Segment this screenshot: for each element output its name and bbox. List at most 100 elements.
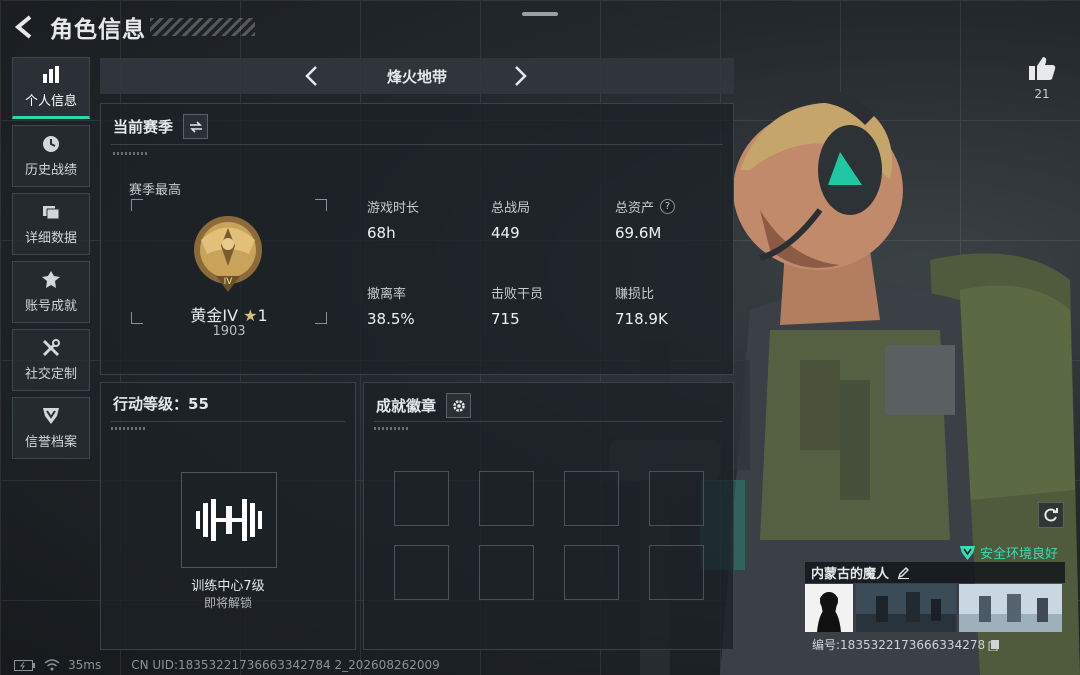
rank-name-row: 黄金IV ★1	[129, 302, 329, 326]
unlock-status: 即将解锁	[203, 596, 252, 610]
stat-operators-defeated: 击败干员 715	[491, 283, 601, 328]
chevron-left-icon[interactable]	[300, 64, 324, 88]
badges-panel: 成就徽章	[363, 382, 734, 650]
decor-dots	[374, 427, 410, 430]
sidebar-item-detailed-data[interactable]: 详细数据	[12, 193, 90, 255]
level-title: 行动等级：55	[113, 395, 209, 413]
stat-value: 715	[491, 310, 520, 328]
stat-total-matches: 总战局 449	[491, 197, 601, 242]
drag-handle[interactable]	[522, 12, 558, 16]
refresh-button[interactable]	[1038, 502, 1064, 528]
player-card: 内蒙古的魔人	[805, 562, 1065, 632]
sidebar-item-social-custom[interactable]: 社交定制	[12, 329, 90, 391]
help-icon[interactable]: ?	[660, 199, 676, 214]
badge-slot[interactable]	[649, 471, 704, 526]
badge-slot[interactable]	[394, 471, 449, 526]
stat-label: 击败干员	[491, 287, 544, 302]
tools-icon	[42, 339, 60, 357]
sidebar-item-label: 详细数据	[24, 231, 77, 246]
wifi-icon	[44, 659, 60, 671]
battery-icon	[14, 659, 35, 671]
copy-icon[interactable]	[988, 639, 1000, 651]
mode-label: 烽火地带	[386, 67, 447, 86]
season-panel: 当前赛季 赛季最高 IV 黄金IV ★1 1903 游戏时长 68h 总战局 4…	[100, 103, 734, 375]
stat-profit-ratio: 赚损比 718.9K	[615, 283, 725, 328]
edit-pencil-icon[interactable]	[897, 566, 910, 579]
clock-icon	[43, 136, 59, 152]
unlock-name: 训练中心7级	[191, 579, 265, 594]
rank-name: 黄金IV	[190, 306, 239, 325]
like-count: 21	[1034, 87, 1050, 101]
stat-play-time: 游戏时长 68h	[367, 197, 477, 242]
sidebar-item-label: 信誉档案	[24, 435, 77, 450]
stat-total-assets: 总资产 ? 69.6M	[615, 197, 725, 242]
player-name: 内蒙古的魔人	[811, 567, 890, 582]
bar-chart-icon	[43, 66, 59, 83]
medal-icon	[42, 271, 60, 288]
player-name-row: 内蒙古的魔人	[805, 562, 1065, 583]
divider	[111, 144, 723, 145]
stat-label: 赚损比	[615, 287, 655, 302]
gold-rank-badge-icon: IV	[194, 216, 262, 292]
stat-label: 总战局	[491, 201, 531, 216]
decor-dots	[111, 427, 147, 430]
divider	[374, 421, 723, 422]
uid-text: CN UID:18353221736663342784 2_2026082620…	[131, 658, 440, 672]
stat-value: 69.6M	[615, 224, 662, 242]
level-panel: 行动等级：55 训练中心7级 即将解锁	[100, 382, 356, 650]
thumbs-up-icon	[1029, 57, 1056, 80]
shield-icon	[43, 408, 59, 424]
dumbbell-icon	[196, 499, 262, 541]
status-footer: 35ms CN UID:18353221736663342784 2_20260…	[14, 658, 440, 672]
season-header: 当前赛季	[113, 114, 209, 139]
sidebar: 个人信息 历史战绩 详细数据 账号成就 社交定制 信誉档案	[12, 57, 90, 465]
stat-value: 68h	[367, 224, 396, 242]
badge-slot[interactable]	[564, 471, 619, 526]
stat-extract-rate: 撤离率 38.5%	[367, 283, 477, 328]
refresh-icon	[1044, 508, 1058, 522]
sidebar-item-label: 个人信息	[24, 94, 77, 109]
badges-header: 成就徽章	[376, 393, 472, 418]
star-icon: ★	[243, 306, 258, 325]
sidebar-item-label: 历史战绩	[24, 163, 77, 178]
season-best-label: 赛季最高	[129, 183, 182, 198]
rank-badge-text: IV	[224, 277, 234, 287]
stat-label: 总资产	[615, 201, 655, 216]
chevron-right-icon[interactable]	[508, 64, 532, 88]
training-center-tile[interactable]	[181, 472, 277, 568]
player-id-row: 编号:1835322173666334278	[812, 636, 1000, 653]
card-background-image[interactable]	[856, 584, 956, 632]
gear-icon	[452, 399, 465, 412]
badge-slot[interactable]	[479, 545, 534, 600]
badge-slot[interactable]	[649, 545, 704, 600]
sidebar-item-personal-info[interactable]: 个人信息	[12, 57, 90, 119]
switch-season-button[interactable]	[183, 114, 209, 139]
title-decoration	[150, 18, 255, 36]
player-id: 编号:1835322173666334278	[812, 638, 986, 652]
sidebar-item-label: 账号成就	[24, 299, 77, 314]
card-background-image[interactable]	[959, 584, 1062, 632]
badge-slot[interactable]	[564, 545, 619, 600]
sidebar-item-credit[interactable]: 信誉档案	[12, 397, 90, 459]
ping-value: 35ms	[68, 658, 102, 672]
back-arrow-icon[interactable]	[12, 14, 38, 40]
season-title: 当前赛季	[113, 118, 174, 136]
badge-slot[interactable]	[479, 471, 534, 526]
avatar[interactable]	[805, 584, 853, 632]
stat-value: 718.9K	[615, 310, 668, 328]
sidebar-item-history[interactable]: 历史战绩	[12, 125, 90, 187]
player-thumbnails	[805, 584, 1065, 632]
badge-slot[interactable]	[394, 545, 449, 600]
rank-score: 1903	[212, 324, 246, 339]
badge-settings-button[interactable]	[446, 393, 472, 418]
stat-value: 449	[491, 224, 520, 242]
decor-dots	[113, 152, 149, 155]
badges-title: 成就徽章	[376, 397, 437, 415]
divider	[111, 421, 345, 422]
sidebar-item-label: 社交定制	[24, 367, 77, 382]
stat-value: 38.5%	[367, 310, 415, 328]
safety-status: 安全环境良好	[960, 543, 1058, 562]
like-button[interactable]: 21	[1026, 55, 1058, 101]
sidebar-item-achievements[interactable]: 账号成就	[12, 261, 90, 323]
page-title: 角色信息	[50, 17, 146, 43]
